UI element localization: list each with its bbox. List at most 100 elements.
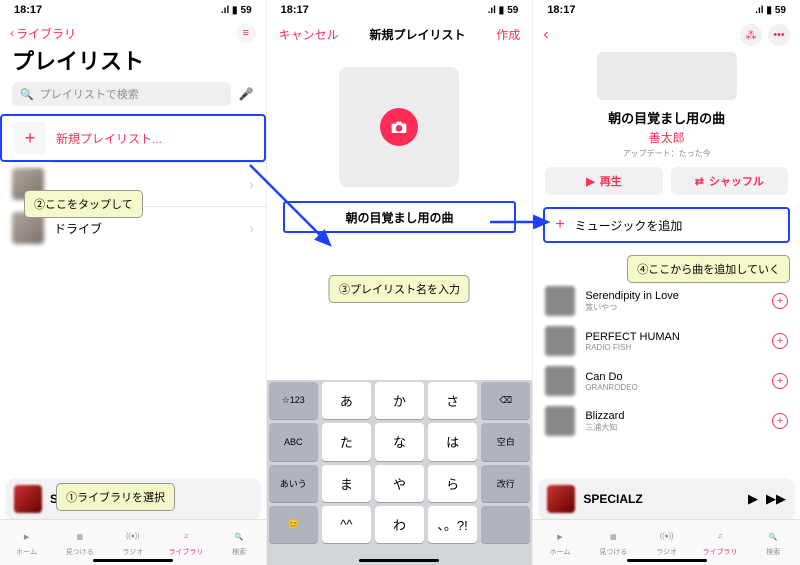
add-song-icon[interactable]: +	[772, 333, 788, 349]
key[interactable]: な	[375, 423, 424, 460]
song-thumb	[545, 326, 575, 356]
tab-home[interactable]: ▶ホーム	[0, 520, 53, 565]
status-time: 18:17	[281, 4, 309, 16]
status-bar: 18:17 .ıl ▮ 59	[0, 0, 266, 20]
emoji-key[interactable]: 😊	[269, 506, 318, 543]
song-title: Serendipity in Love	[585, 290, 762, 302]
plus-icon: +	[555, 216, 564, 234]
add-song-icon[interactable]: +	[772, 373, 788, 389]
status-time: 18:17	[14, 4, 42, 16]
return-key[interactable]: 改行	[481, 465, 530, 502]
song-row[interactable]: Can DoGRANRODEO +	[533, 361, 800, 401]
back-button[interactable]: ‹ ライブラリ	[10, 25, 76, 42]
miniplayer-art	[14, 485, 42, 513]
tab-home[interactable]: ▶ホーム	[533, 520, 586, 565]
song-thumb	[545, 366, 575, 396]
more-icon[interactable]: •••	[768, 24, 790, 46]
play-icon[interactable]: ▶	[748, 491, 758, 507]
tab-search[interactable]: 🔍検索	[213, 520, 266, 565]
playlist-artwork	[597, 52, 737, 100]
song-row[interactable]: PERFECT HUMANRADIO FISH +	[533, 321, 800, 361]
key[interactable]: あ	[322, 382, 371, 419]
key[interactable]: あいう	[269, 465, 318, 502]
radio-icon: ((●))	[658, 529, 676, 545]
key[interactable]: 、。?!	[428, 506, 477, 543]
home-indicator[interactable]	[93, 559, 173, 562]
playlist-artwork[interactable]	[339, 67, 459, 187]
tab-bar: ▶ホーム ▦見つける ((●))ラジオ ♫ライブラリ 🔍検索	[533, 519, 800, 565]
home-icon: ▶	[18, 529, 36, 545]
search-icon: 🔍	[764, 529, 782, 545]
status-icons: .ıl ▮ 59	[221, 5, 252, 16]
song-title: Can Do	[585, 371, 762, 383]
song-row[interactable]: Blizzard三浦大知 +	[533, 401, 800, 441]
key[interactable]: や	[375, 465, 424, 502]
create-button[interactable]: 作成	[496, 26, 520, 43]
song-artist: GRANRODEO	[585, 383, 762, 392]
add-song-icon[interactable]: +	[772, 293, 788, 309]
collaborate-icon[interactable]: ⁂	[740, 24, 762, 46]
shuffle-button[interactable]: ⇄シャッフル	[671, 167, 788, 195]
key[interactable]: さ	[428, 382, 477, 419]
playlist-name-input[interactable]: 朝の目覚まし用の曲	[283, 201, 517, 233]
panel-3-playlist-detail: 18:17 .ıl ▮ 59 ‹ ⁂ ••• 朝の目覚まし用の曲 善太郎 アップ…	[533, 0, 800, 565]
playlist-label: ドライブ	[54, 220, 239, 237]
search-input[interactable]: 🔍 プレイリストで検索	[12, 82, 231, 106]
callout-1: ①ライブラリを選択	[56, 483, 175, 511]
chevron-right-icon: ›	[249, 221, 253, 236]
home-indicator[interactable]	[359, 559, 439, 562]
grid-icon: ▦	[71, 529, 89, 545]
shuffle-icon: ⇄	[695, 175, 704, 188]
status-bar: 18:17 .ıl ▮ 59	[533, 0, 800, 20]
miniplayer-title: SPECIALZ	[583, 492, 740, 506]
key[interactable]: ら	[428, 465, 477, 502]
keyboard[interactable]: ☆123 あ か さ ⌫ ABC た な は 空白 あいう ま や ら 改行 😊…	[267, 380, 533, 565]
song-row[interactable]: Serendipity in Love笈いやつ +	[533, 281, 800, 321]
key[interactable]: ☆123	[269, 382, 318, 419]
search-icon: 🔍	[20, 88, 34, 101]
add-song-icon[interactable]: +	[772, 413, 788, 429]
home-indicator[interactable]	[627, 559, 707, 562]
back-button[interactable]: ‹	[543, 26, 548, 44]
key[interactable]: わ	[375, 506, 424, 543]
playlist-updated: アップデート：たった今	[533, 148, 800, 159]
next-icon[interactable]: ▶▶	[766, 491, 786, 507]
panel-2-new-playlist: 18:17 .ıl ▮ 59 キャンセル 新規プレイリスト 作成 朝の目覚まし用…	[267, 0, 534, 565]
nav-row: ‹ ⁂ •••	[533, 20, 800, 50]
tab-bar: ▶ホーム ▦見つける ((●))ラジオ ♫ライブラリ 🔍検索	[0, 519, 266, 565]
key[interactable]: ^^	[322, 506, 371, 543]
tab-search[interactable]: 🔍検索	[747, 520, 800, 565]
play-button[interactable]: ▶再生	[545, 167, 662, 195]
back-label: ライブラリ	[16, 25, 76, 42]
chevron-left-icon: ‹	[10, 26, 14, 40]
key[interactable]: ABC	[269, 423, 318, 460]
song-thumb	[545, 286, 575, 316]
callout-2: ②ここをタップして	[24, 190, 143, 218]
playlist-author[interactable]: 善太郎	[533, 129, 800, 146]
camera-icon	[380, 108, 418, 146]
new-playlist-row[interactable]: + 新規プレイリスト...	[0, 114, 266, 162]
dictate-icon[interactable]: 🎤	[239, 87, 254, 101]
chevron-right-icon: ›	[249, 177, 253, 192]
add-music-row[interactable]: + ミュージックを追加	[543, 207, 790, 243]
home-icon: ▶	[551, 529, 569, 545]
key[interactable]: ま	[322, 465, 371, 502]
key[interactable]	[481, 506, 530, 543]
cancel-button[interactable]: キャンセル	[279, 26, 339, 43]
key[interactable]: は	[428, 423, 477, 460]
sort-icon[interactable]: ≡	[236, 23, 256, 43]
panel-1-library: 18:17 .ıl ▮ 59 ‹ ライブラリ ≡ プレイリスト 🔍 プレイリスト…	[0, 0, 267, 565]
search-placeholder: プレイリストで検索	[40, 86, 139, 102]
modal-nav: キャンセル 新規プレイリスト 作成	[267, 20, 533, 49]
miniplayer-art	[547, 485, 575, 513]
library-icon: ♫	[177, 529, 195, 545]
space-key[interactable]: 空白	[481, 423, 530, 460]
callout-4: ④ここから曲を追加していく	[627, 255, 790, 283]
key[interactable]: か	[375, 382, 424, 419]
key[interactable]: た	[322, 423, 371, 460]
backspace-key[interactable]: ⌫	[481, 382, 530, 419]
page-title: プレイリスト	[0, 44, 266, 82]
playlist-name-value: 朝の目覚まし用の曲	[345, 209, 453, 226]
miniplayer[interactable]: SPECIALZ ▶ ▶▶	[539, 479, 794, 519]
song-artist: RADIO FISH	[585, 343, 762, 352]
